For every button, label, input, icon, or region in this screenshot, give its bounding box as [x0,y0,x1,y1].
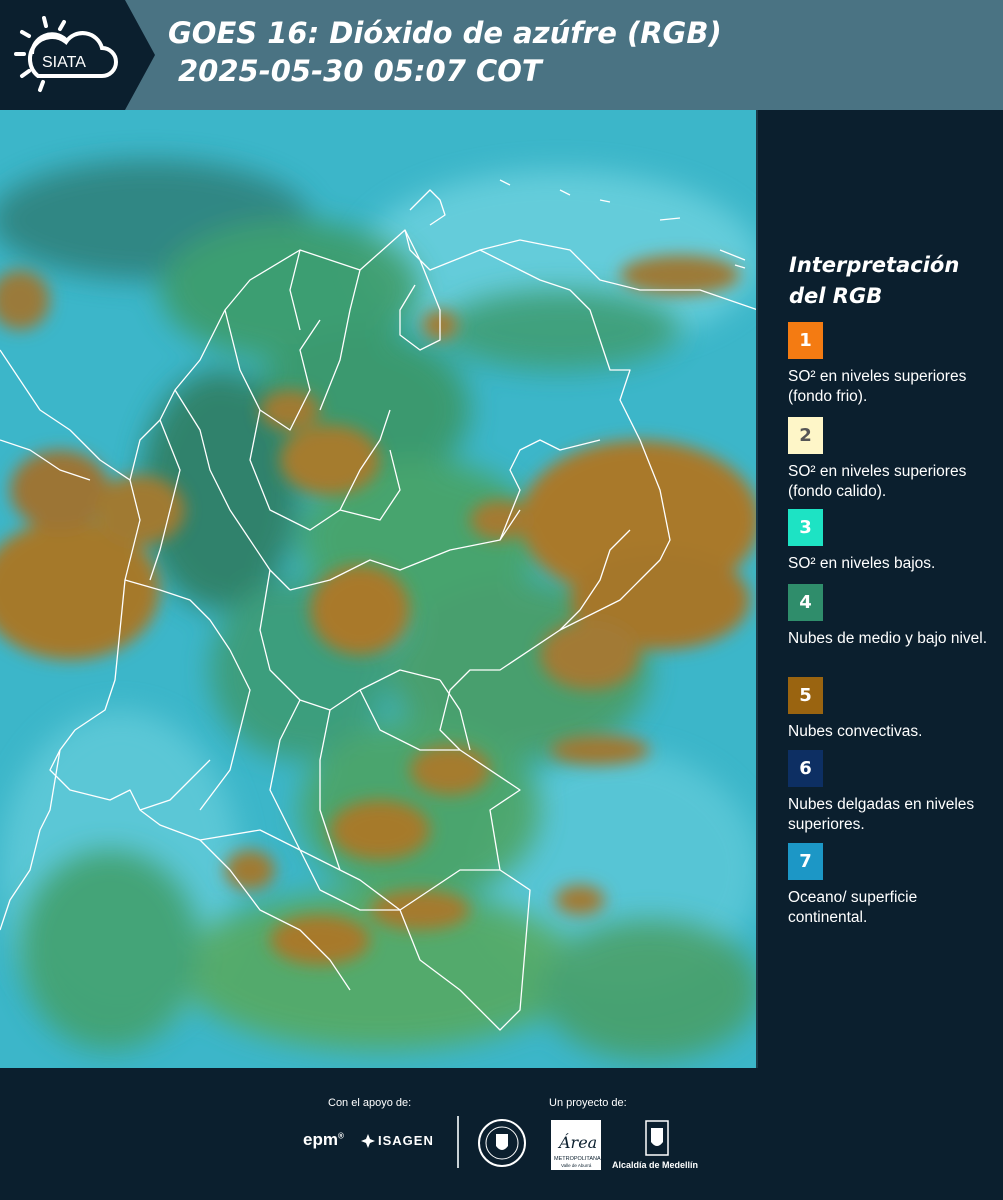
legend-item-1: 1 SO² en niveles superiores (fondo frio)… [788,322,993,407]
legend-swatch-7: 7 [788,843,823,880]
header-bar: SIATA GOES 16: Dióxido de azúfre (RGB) 2… [0,0,1003,110]
support-label: Con el apoyo de: [328,1097,412,1109]
legend-text-6: Nubes delgadas en niveles superiores. [788,796,975,833]
legend-item-6: 6 Nubes delgadas en niveles superiores. [788,750,993,835]
svg-text:Área: Área [557,1132,597,1152]
legend-swatch-2: 2 [788,417,823,454]
legend-title: Interpretación del RGB [789,250,959,312]
goes-rgb-image [0,110,756,1068]
area-metropolitana-logo: Área METROPOLITANA Valle de Aburrá [551,1120,601,1170]
alcaldia-label: Alcaldía de Medellín [612,1160,699,1170]
legend-swatch-5: 5 [788,677,823,714]
legend-item-7: 7 Oceano/ superficie continental. [788,843,993,928]
legend-title-line2: del RGB [789,284,883,308]
legend-swatch-4: 4 [788,584,823,621]
svg-text:METROPOLITANA: METROPOLITANA [554,1156,601,1162]
satellite-map [0,110,758,1068]
svg-text:SIATA: SIATA [42,54,86,71]
page-title: GOES 16: Dióxido de azúfre (RGB) 2025-05… [168,14,722,90]
legend-text-2: SO² en niveles superiores (fondo calido)… [788,463,967,500]
title-product: GOES 16: Dióxido de azúfre (RGB) [168,16,722,50]
footer-divider [457,1116,459,1168]
legend-text-3: SO² en niveles bajos. [788,555,936,572]
epm-logo: epm® [303,1130,344,1149]
legend-item-5: 5 Nubes convectivas. [788,677,993,742]
legend-swatch-3: 3 [788,509,823,546]
project-label: Un proyecto de: [549,1097,627,1109]
isagen-icon [361,1134,375,1148]
legend-swatch-1: 1 [788,322,823,359]
legend-swatch-6: 6 [788,750,823,787]
rgb-legend: Interpretación del RGB 1 SO² en niveles … [760,110,1003,1068]
footer: Con el apoyo de: Un proyecto de: epm® IS… [0,1068,1003,1200]
legend-text-7: Oceano/ superficie continental. [788,889,918,926]
legend-text-4: Nubes de medio y bajo nivel. [788,630,988,647]
sun-cloud-icon: SIATA [14,16,118,92]
alcaldia-shield-icon [645,1120,669,1156]
title-datetime: 2025-05-30 05:07 COT [178,54,542,88]
medellin-seal-icon [478,1119,526,1167]
legend-text-5: Nubes convectivas. [788,723,923,740]
legend-text-1: SO² en niveles superiores (fondo frio). [788,368,967,405]
legend-item-2: 2 SO² en niveles superiores (fondo calid… [788,417,993,502]
siata-logo: SIATA [0,0,155,110]
isagen-logo: ISAGEN [378,1133,434,1148]
legend-title-line1: Interpretación [789,253,960,277]
svg-text:Valle de Aburrá: Valle de Aburrá [561,1163,592,1168]
legend-item-3: 3 SO² en niveles bajos. [788,509,993,574]
legend-item-4: 4 Nubes de medio y bajo nivel. [788,584,993,649]
